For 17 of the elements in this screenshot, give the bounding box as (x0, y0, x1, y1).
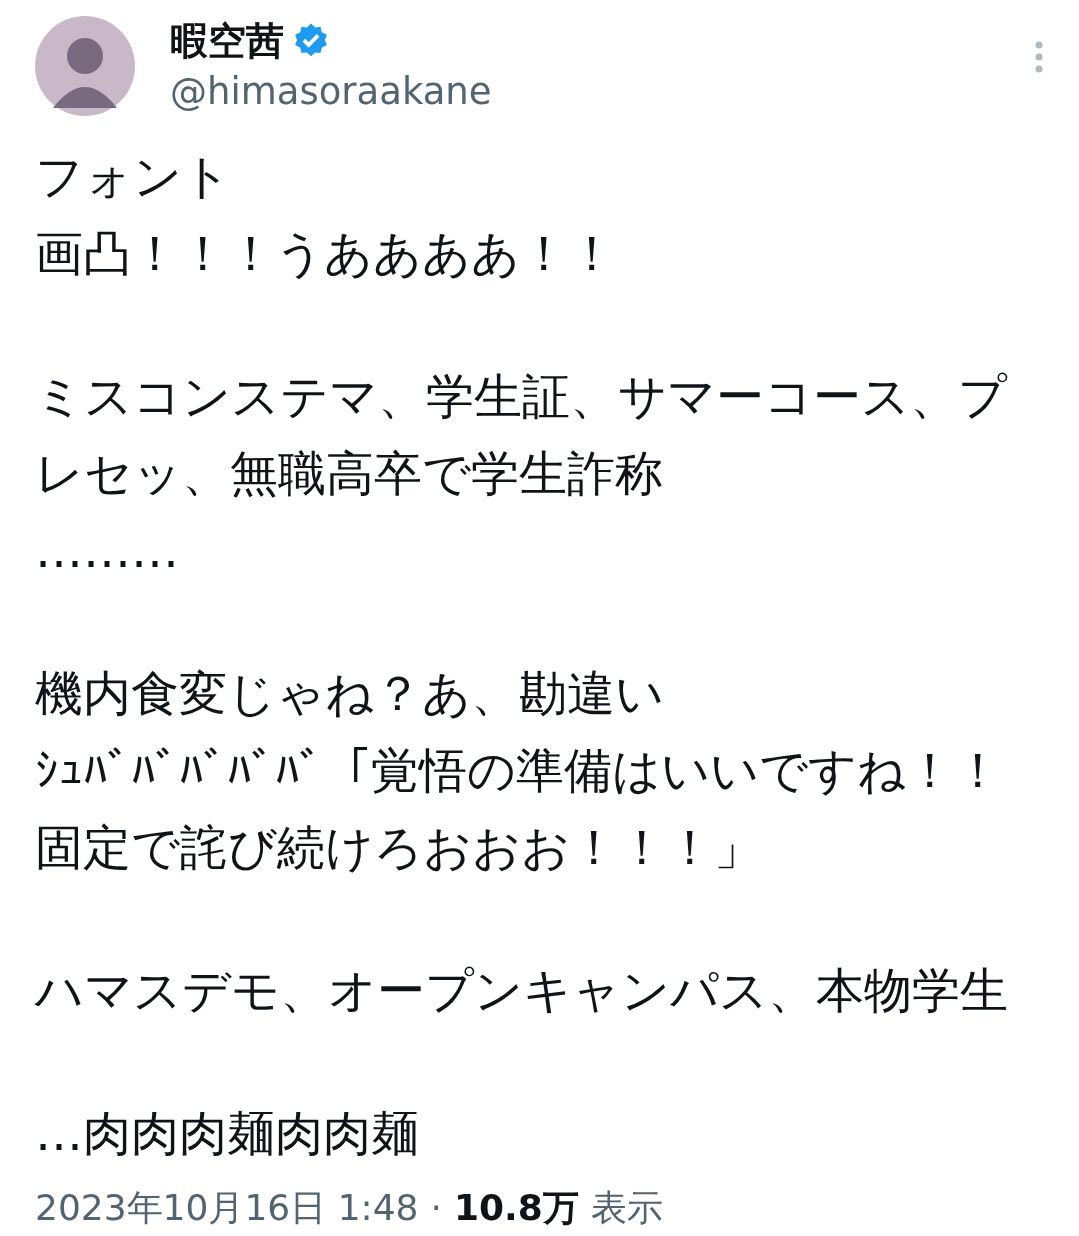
author-name[interactable]: 暇空茜 (170, 15, 284, 67)
view-count: 10.8万 (454, 1186, 579, 1230)
avatar[interactable] (35, 16, 135, 116)
tweet-text-line: ハマスデモ、オープンキャンパス、本物学生 (35, 961, 1008, 1020)
tweet-text-line: 固定で詫び続けろおおお！！！」 (35, 818, 762, 877)
tweet-text-line: …肉肉肉麺肉肉麺 (35, 1104, 419, 1163)
separator: · (430, 1187, 442, 1228)
tweet-text-line: 機内食変じゃね？あ、勘違い (35, 664, 664, 723)
post-time[interactable]: 2023年10月16日 1:48 (35, 1184, 419, 1233)
tweet-text-line: ミスコンステマ、学生証、サマーコース、プ (35, 367, 1007, 426)
tweet-text-line: フォント (35, 147, 231, 206)
tweet-text-line: 画凸！！！うああああ！！ (35, 224, 616, 283)
tweet-text-line: レセッ、無職高卒で学生詐称 (35, 444, 663, 503)
tweet-text-line: ……… (35, 521, 179, 580)
views-label: 表示 (590, 1186, 663, 1230)
author-handle[interactable]: @himasoraakane (170, 66, 1034, 118)
tweet-text-line: ｼｭﾊﾞﾊﾞﾊﾞﾊﾞﾊﾞ「覚悟の準備はいいですね！！ (35, 741, 1002, 800)
